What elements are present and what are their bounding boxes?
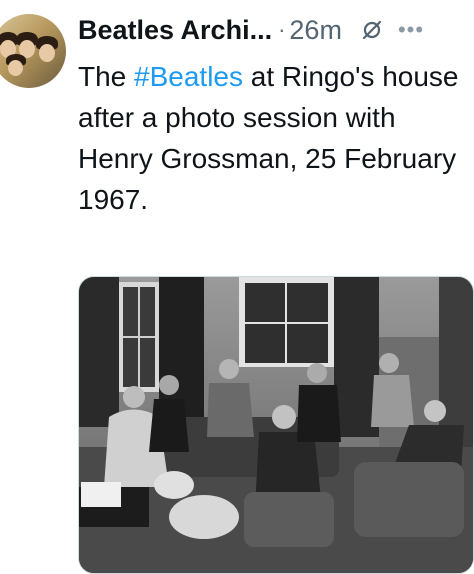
author-name[interactable]: Beatles Archi... bbox=[78, 15, 272, 46]
separator-dot: · bbox=[278, 17, 286, 42]
post-photo[interactable] bbox=[78, 276, 474, 574]
post-header: Beatles Archi... · 26m ••• bbox=[78, 10, 474, 50]
photo-scene bbox=[79, 277, 473, 573]
post-timestamp[interactable]: 26m bbox=[289, 15, 342, 46]
more-dots-icon[interactable]: ••• bbox=[398, 17, 424, 43]
post-text: The #Beatles at Ringo's house after a ph… bbox=[78, 56, 468, 220]
hashtag-link[interactable]: #Beatles bbox=[134, 61, 243, 92]
grok-slash-icon[interactable] bbox=[360, 18, 384, 42]
post-text-before: The bbox=[78, 61, 135, 92]
author-avatar[interactable] bbox=[0, 14, 66, 88]
